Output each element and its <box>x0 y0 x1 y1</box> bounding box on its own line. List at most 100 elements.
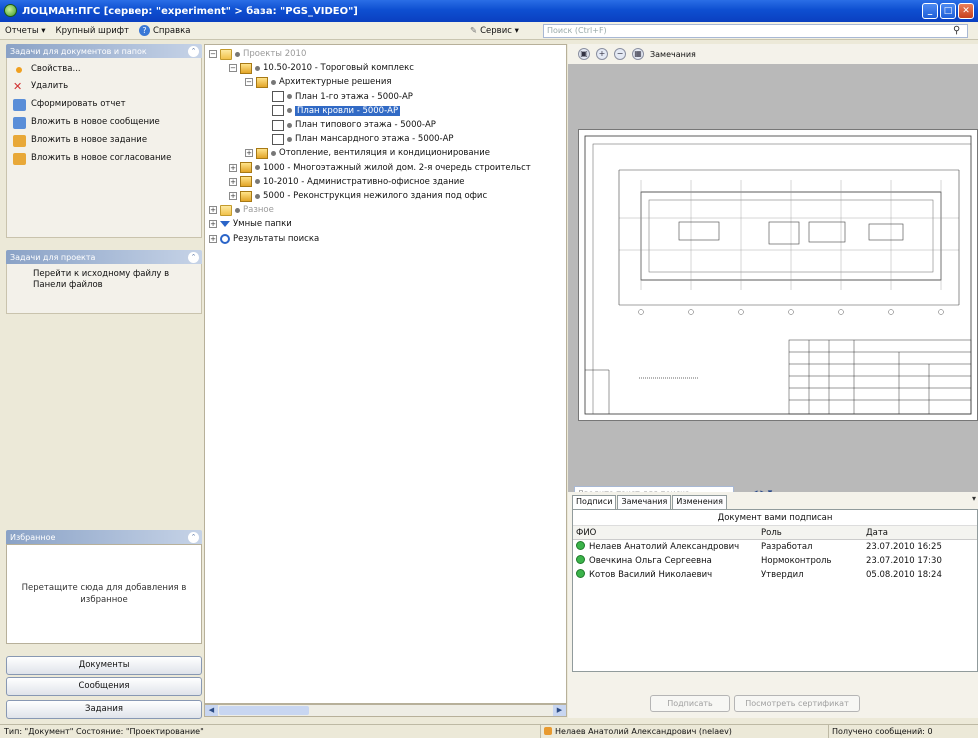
table-cell: 05.08.2010 18:24 <box>863 568 973 582</box>
nav-messages-button[interactable]: Сообщения <box>6 677 202 696</box>
signed-check-icon <box>576 555 585 564</box>
search-icon[interactable]: ⚲ <box>953 25 960 36</box>
doc-task-item[interactable]: Сформировать отчет <box>7 96 201 114</box>
horizontal-scrollbar[interactable]: ◀ ▶ <box>204 704 567 717</box>
tree-node-label: План 1-го этажа - 5000-АР <box>295 91 413 102</box>
collapse-node-icon[interactable]: − <box>229 64 237 73</box>
collapse-icon[interactable]: ⌃ <box>188 531 199 543</box>
doc-tasks-header[interactable]: Задачи для документов и папок ⌃ <box>6 44 202 58</box>
document-preview[interactable]: Введите текст для поиска... ◂ ▸ ▾ <box>568 64 978 502</box>
doc-task-item[interactable]: Свойства... <box>7 61 201 78</box>
expand-node-icon[interactable]: + <box>229 177 237 186</box>
minimize-button[interactable]: _ <box>922 3 938 19</box>
scroll-right-icon[interactable]: ▶ <box>553 705 566 716</box>
delete-icon: ✕ <box>13 80 23 93</box>
collapse-icon[interactable]: ⌃ <box>188 45 199 57</box>
tree-node[interactable]: + Умные папки <box>209 217 292 231</box>
col-role-header[interactable]: Роль <box>758 526 863 539</box>
tree-node-label: Проекты 2010 <box>243 49 307 59</box>
expand-node-icon[interactable]: + <box>209 206 217 215</box>
tree-node-label: 10.50-2010 - Тороговый комплекс <box>263 63 414 74</box>
table-row[interactable]: Котов Василий Николаевич Утвердил 05.08.20… <box>573 568 977 582</box>
favorites-header[interactable]: Избранное ⌃ <box>6 530 202 544</box>
fit-page-icon[interactable]: ▦ <box>632 48 644 60</box>
nav-documents-button[interactable]: Документы <box>6 656 202 675</box>
project-icon <box>240 162 252 174</box>
collapse-icon[interactable]: ⌃ <box>188 251 199 263</box>
view-certificate-button[interactable]: Посмотреть сертификат <box>734 695 860 712</box>
tree-node[interactable]: +1000 - Многоэтажный жилой дом. 2-я очер… <box>229 161 531 175</box>
nav-tasks-button[interactable]: Задания <box>6 700 202 719</box>
tree-node[interactable]: План кровли - 5000-АР <box>261 104 401 118</box>
properties-icon <box>16 67 22 73</box>
search-input[interactable]: Поиск (Ctrl+F) <box>543 24 968 38</box>
col-name-header[interactable]: ФИО <box>573 526 758 539</box>
cell-text: Разработал <box>761 542 813 552</box>
document-icon <box>272 105 284 117</box>
tree-node[interactable]: + Результаты поиска <box>209 232 319 246</box>
tab-changes[interactable]: Изменения <box>672 495 727 509</box>
status-dot-icon <box>287 122 292 128</box>
col-date-header[interactable]: Дата <box>863 526 973 539</box>
tree-node[interactable]: План 1-го этажа - 5000-АР <box>261 90 413 104</box>
scroll-left-icon[interactable]: ◀ <box>205 705 218 716</box>
tree-node[interactable]: План типового этажа - 5000-АР <box>261 118 436 132</box>
tab-notes[interactable]: Замечания <box>617 495 672 509</box>
menu-big-font[interactable]: Крупный шрифт <box>51 26 134 36</box>
menu-service[interactable]: ✎ Сервис ▾ <box>470 22 519 40</box>
table-row[interactable]: Овечкина Ольга Сергеевна Нормоконтроль 23.… <box>573 554 977 568</box>
menu-reports[interactable]: Отчеты ▾ <box>0 26 51 36</box>
scroll-thumb[interactable] <box>219 706 309 715</box>
cell-text: 23.07.2010 16:25 <box>866 542 942 552</box>
notes-button[interactable]: Замечания <box>650 50 696 59</box>
doc-task-label: Удалить <box>31 81 69 91</box>
collapse-node-icon[interactable]: − <box>209 50 217 58</box>
expand-node-icon[interactable]: + <box>209 220 217 229</box>
table-cell: 23.07.2010 17:30 <box>863 554 973 568</box>
collapse-node-icon[interactable]: − <box>245 78 253 87</box>
cell-text: Утвердил <box>761 570 804 580</box>
expand-node-icon[interactable]: + <box>245 149 253 158</box>
doc-task-label: Вложить в новое согласование <box>31 153 172 163</box>
doc-task-item[interactable]: Вложить в новое согласование <box>7 150 201 168</box>
zoom-out-icon[interactable]: − <box>614 48 626 60</box>
doc-task-item[interactable]: Вложить в новое задание <box>7 132 201 150</box>
sign-button[interactable]: Подписать <box>650 695 730 712</box>
status-user: Нелаев Анатолий Александрович (nelaev) <box>540 725 732 738</box>
tree-node[interactable]: План мансардного этажа - 5000-АР <box>261 132 454 146</box>
panel-menu-icon[interactable]: ▾ <box>972 494 976 503</box>
tree-node[interactable]: +10-2010 - Административно-офисное здани… <box>229 175 465 189</box>
print-icon[interactable]: ▣ <box>578 48 590 60</box>
tree-node[interactable]: + Отопление, вентиляция и кондиционирован… <box>245 146 490 160</box>
doc-task-item[interactable]: ✕ Удалить <box>7 78 201 96</box>
expand-node-icon[interactable]: + <box>229 192 237 200</box>
title-bar: ЛОЦМАН:ПГС [сервер: "experiment" > база:… <box>0 0 978 22</box>
project-tasks-header[interactable]: Задачи для проекта ⌃ <box>6 250 202 264</box>
tree-node-label: План типового этажа - 5000-АР <box>295 120 436 130</box>
doc-task-label: Сформировать отчет <box>31 99 126 109</box>
expand-node-icon[interactable]: + <box>209 234 217 243</box>
status-dot-icon <box>235 207 240 213</box>
tree-node[interactable]: − 10.50-2010 - Тороговый комплекс <box>229 61 414 75</box>
status-dot-icon <box>271 79 276 85</box>
table-row[interactable]: Нелаев Анатолий Александрович Разработал 2… <box>573 540 977 554</box>
roof-plan-drawing <box>584 135 972 415</box>
favorites-drop-area[interactable]: Перетащите сюда для добавления в избранн… <box>6 544 202 644</box>
folder-icon <box>220 48 232 60</box>
menu-help[interactable]: ? Справка <box>134 25 195 36</box>
tree-node[interactable]: − Архитектурные решения <box>245 75 391 89</box>
zoom-in-icon[interactable]: + <box>596 48 608 60</box>
doc-task-label: Вложить в новое сообщение <box>31 117 160 127</box>
tree-node[interactable]: + Разное <box>209 203 274 217</box>
close-button[interactable]: ✕ <box>958 3 974 19</box>
maximize-button[interactable]: □ <box>940 3 956 19</box>
go-to-source-link[interactable]: Перейти к исходному файлу в Панели файло… <box>33 269 169 290</box>
table-cell: Котов Василий Николаевич <box>573 568 758 582</box>
expand-node-icon[interactable]: + <box>229 163 237 172</box>
tree-node[interactable]: +5000 - Реконструкция нежилого здания по… <box>229 189 487 203</box>
document-icon <box>272 91 284 103</box>
cell-text: Нелаев Анатолий Александрович <box>589 542 740 552</box>
tab-signatures[interactable]: Подписи <box>572 495 617 509</box>
tree-node[interactable]: − Проекты 2010 <box>209 47 306 61</box>
doc-task-item[interactable]: Вложить в новое сообщение <box>7 114 201 132</box>
